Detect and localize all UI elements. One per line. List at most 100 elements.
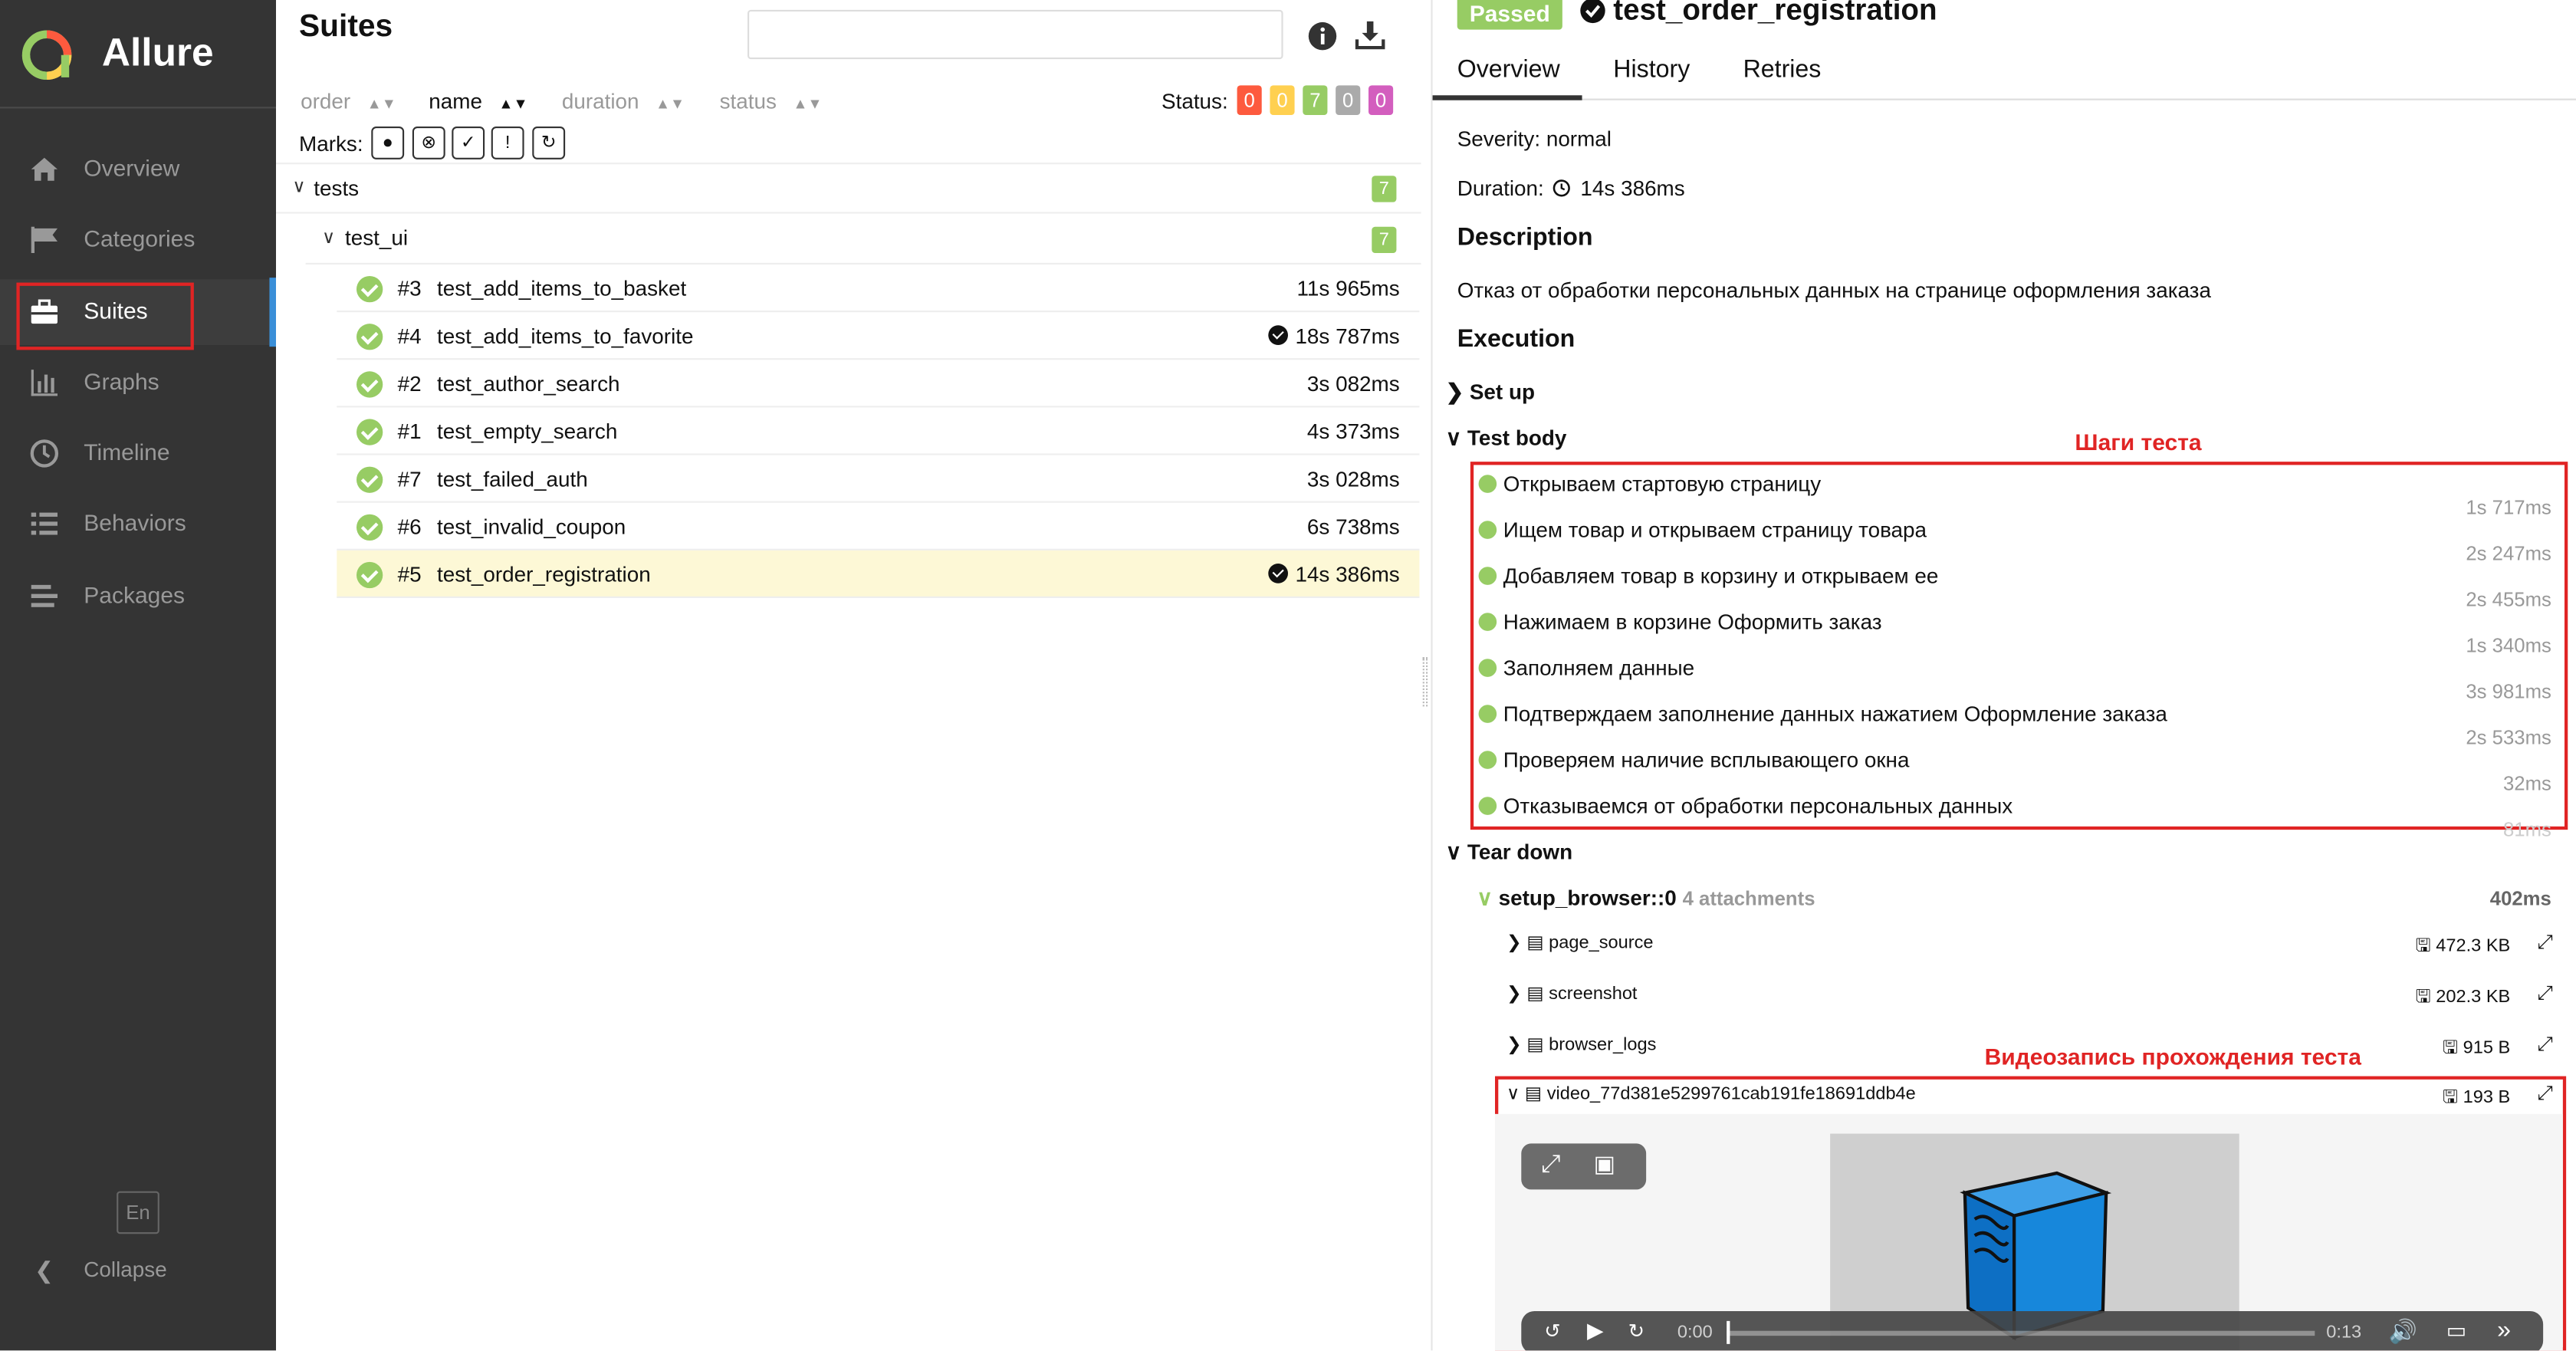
picture-in-picture-icon[interactable]: ▣ bbox=[1594, 1150, 1615, 1178]
volume-icon[interactable]: 🔊 bbox=[2389, 1318, 2417, 1346]
sidebar-item-packages[interactable]: Packages bbox=[0, 564, 276, 629]
chevron-left-icon[interactable]: ❮ bbox=[34, 1257, 54, 1284]
bomb-icon[interactable]: ● bbox=[371, 127, 405, 159]
chevron-right-icon: ❯ bbox=[1506, 1035, 1522, 1055]
video-seek-bar[interactable] bbox=[1727, 1330, 2315, 1336]
step-item[interactable]: Открываем стартовую страницу bbox=[1478, 472, 1822, 497]
sidebar-item-graphs[interactable]: Graphs bbox=[0, 350, 276, 416]
rewind-icon[interactable]: ↺ bbox=[1544, 1320, 1561, 1343]
teardown-section[interactable]: ∨ Tear down bbox=[1445, 840, 1573, 866]
forward-icon[interactable]: ↻ bbox=[1628, 1320, 1645, 1343]
duration-value: 14s 386ms bbox=[1580, 176, 1685, 201]
retries-icon[interactable]: ↻ bbox=[532, 127, 566, 159]
test-row[interactable]: #4 test_add_items_to_favorite 18s 787ms bbox=[337, 312, 1420, 360]
attachment-row[interactable]: ❯ ▤ browser_logs bbox=[1506, 1034, 1656, 1055]
language-button[interactable]: En bbox=[117, 1191, 159, 1234]
passed-icon bbox=[1478, 613, 1497, 631]
search-input[interactable] bbox=[747, 9, 1283, 60]
download-icon[interactable] bbox=[1354, 18, 1387, 51]
test-row[interactable]: #6 test_invalid_coupon 6s 738ms bbox=[337, 503, 1420, 551]
tree-group-label: test_ui bbox=[345, 225, 409, 250]
test-duration: 14s 386ms bbox=[1295, 561, 1400, 587]
setup-section[interactable]: ❯ Set up bbox=[1446, 380, 1535, 406]
sort-duration[interactable]: duration ▲▼ bbox=[562, 89, 685, 113]
status-passed-badge[interactable]: 7 bbox=[1303, 85, 1328, 115]
status-badge: Passed bbox=[1457, 0, 1562, 30]
step-name: Подтверждаем заполнение данных нажатием … bbox=[1503, 702, 2167, 727]
airplay-icon[interactable]: ▭ bbox=[2446, 1318, 2466, 1344]
attachment-size: 🖫 915 B bbox=[2443, 1034, 2510, 1065]
sort-name[interactable]: name ▲▼ bbox=[429, 89, 527, 113]
info-icon[interactable] bbox=[1306, 20, 1339, 53]
step-item[interactable]: Отказываемся от обработки персональных д… bbox=[1478, 794, 2013, 818]
attachment-row[interactable]: ❯ ▤ screenshot bbox=[1506, 982, 1637, 1004]
tree-group-test-ui[interactable]: ∨ test_ui 7 bbox=[305, 215, 1421, 265]
muted-icon[interactable]: ⊗ bbox=[412, 127, 445, 159]
passed-icon bbox=[1478, 567, 1497, 585]
test-detail-panel: Passed test_order_registration Overview … bbox=[1431, 0, 2576, 1351]
test-row-selected[interactable]: #5 test_order_registration 14s 386ms bbox=[337, 550, 1420, 598]
passed-icon bbox=[1478, 797, 1497, 815]
play-icon[interactable]: ▶ bbox=[1587, 1318, 1603, 1344]
test-row[interactable]: #2 test_author_search 3s 082ms bbox=[337, 360, 1420, 408]
tab-history[interactable]: History bbox=[1613, 56, 1690, 84]
step-item[interactable]: Заполняем данные bbox=[1478, 656, 1694, 680]
attachment-row[interactable]: ∨ ▤ video_77d381e5299761cab191fe18691ddb… bbox=[1506, 1083, 1916, 1104]
more-icon[interactable]: » bbox=[2497, 1316, 2511, 1343]
step-item[interactable]: Добавляем товар в корзину и открываем ее bbox=[1478, 564, 1938, 588]
status-unknown-badge[interactable]: 0 bbox=[1368, 85, 1394, 115]
description-heading: Description bbox=[1457, 223, 1593, 251]
test-row[interactable]: #7 test_failed_auth 3s 028ms bbox=[337, 455, 1420, 503]
expand-icon[interactable]: ⤢ bbox=[2537, 930, 2553, 955]
sidebar-item-behaviors[interactable]: Behaviors bbox=[0, 491, 276, 557]
step-item[interactable]: Подтверждаем заполнение данных нажатием … bbox=[1478, 702, 2167, 727]
highlight-box bbox=[16, 282, 194, 350]
expand-icon[interactable]: ⤢ bbox=[2537, 1081, 2553, 1106]
collapse-button[interactable]: Collapse bbox=[84, 1257, 166, 1281]
video-annotation: Видеозапись прохождения теста bbox=[1984, 1043, 2361, 1070]
test-number: #6 bbox=[397, 514, 422, 539]
test-row[interactable]: #3 test_add_items_to_basket 11s 965ms bbox=[337, 265, 1420, 313]
step-item[interactable]: Ищем товар и открываем страницу товара bbox=[1478, 518, 1927, 542]
video-seek-handle[interactable] bbox=[1727, 1320, 1730, 1344]
sort-status[interactable]: status ▲▼ bbox=[720, 89, 823, 113]
alert-icon[interactable]: ! bbox=[491, 127, 524, 159]
status-broken-badge[interactable]: 0 bbox=[1270, 85, 1295, 115]
tab-overview[interactable]: Overview bbox=[1457, 56, 1560, 84]
test-row[interactable]: #1 test_empty_search 4s 373ms bbox=[337, 407, 1420, 455]
fullscreen-icon[interactable]: ⤢ bbox=[1541, 1150, 1561, 1178]
detail-tabs: Overview History Retries bbox=[1432, 46, 2576, 100]
attachment-row[interactable]: ❯ ▤ page_source bbox=[1506, 932, 1653, 953]
save-icon: 🖫 bbox=[2443, 1038, 2459, 1058]
step-item[interactable]: Нажимаем в корзине Оформить заказ bbox=[1478, 610, 1882, 634]
step-duration: 3s 981ms bbox=[2466, 680, 2551, 704]
step-duration: 2s 533ms bbox=[2466, 726, 2551, 750]
step-duration: 1s 340ms bbox=[2466, 634, 2551, 658]
sidebar-item-label: Categories bbox=[84, 225, 196, 251]
flaky-icon[interactable]: ✓ bbox=[452, 127, 485, 159]
tab-retries[interactable]: Retries bbox=[1743, 56, 1822, 84]
step-name: Открываем стартовую страницу bbox=[1503, 472, 1822, 497]
fixture-row[interactable]: ∨ setup_browser::0 4 attachments bbox=[1477, 886, 1815, 912]
brand[interactable]: Allure bbox=[0, 0, 276, 109]
sort-order[interactable]: order ▲▼ bbox=[301, 89, 396, 113]
description-text: Отказ от обработки персональных данных н… bbox=[1457, 278, 2211, 303]
duration-row: Duration: 14s 386ms bbox=[1457, 176, 1685, 200]
step-item[interactable]: Проверяем наличие всплывающего окна bbox=[1478, 748, 1909, 772]
tree-group-tests[interactable]: ∨ tests 7 bbox=[276, 164, 1421, 214]
fixture-name: setup_browser::0 bbox=[1498, 886, 1677, 911]
test-body-label: Test body bbox=[1467, 426, 1567, 451]
sidebar-item-overview[interactable]: Overview bbox=[0, 136, 276, 202]
test-body-section[interactable]: ∨ Test body bbox=[1446, 426, 1567, 452]
expand-icon[interactable]: ⤢ bbox=[2537, 1032, 2553, 1057]
status-failed-badge[interactable]: 0 bbox=[1237, 85, 1262, 115]
sidebar-item-categories[interactable]: Categories bbox=[0, 207, 276, 273]
sidebar-item-timeline[interactable]: Timeline bbox=[0, 421, 276, 487]
video-player[interactable]: ⤢ ▣ ↺ ▶ ↻ 0:00 0:13 🔊 ▭ » bbox=[1494, 1113, 2563, 1351]
video-total-time: 0:13 bbox=[2326, 1323, 2362, 1343]
file-icon: ▤ bbox=[1526, 1035, 1544, 1055]
status-skipped-badge[interactable]: 0 bbox=[1336, 85, 1361, 115]
expand-icon[interactable]: ⤢ bbox=[2537, 981, 2553, 1005]
test-duration: 3s 082ms bbox=[1306, 371, 1400, 396]
panel-splitter[interactable] bbox=[1422, 657, 1428, 707]
